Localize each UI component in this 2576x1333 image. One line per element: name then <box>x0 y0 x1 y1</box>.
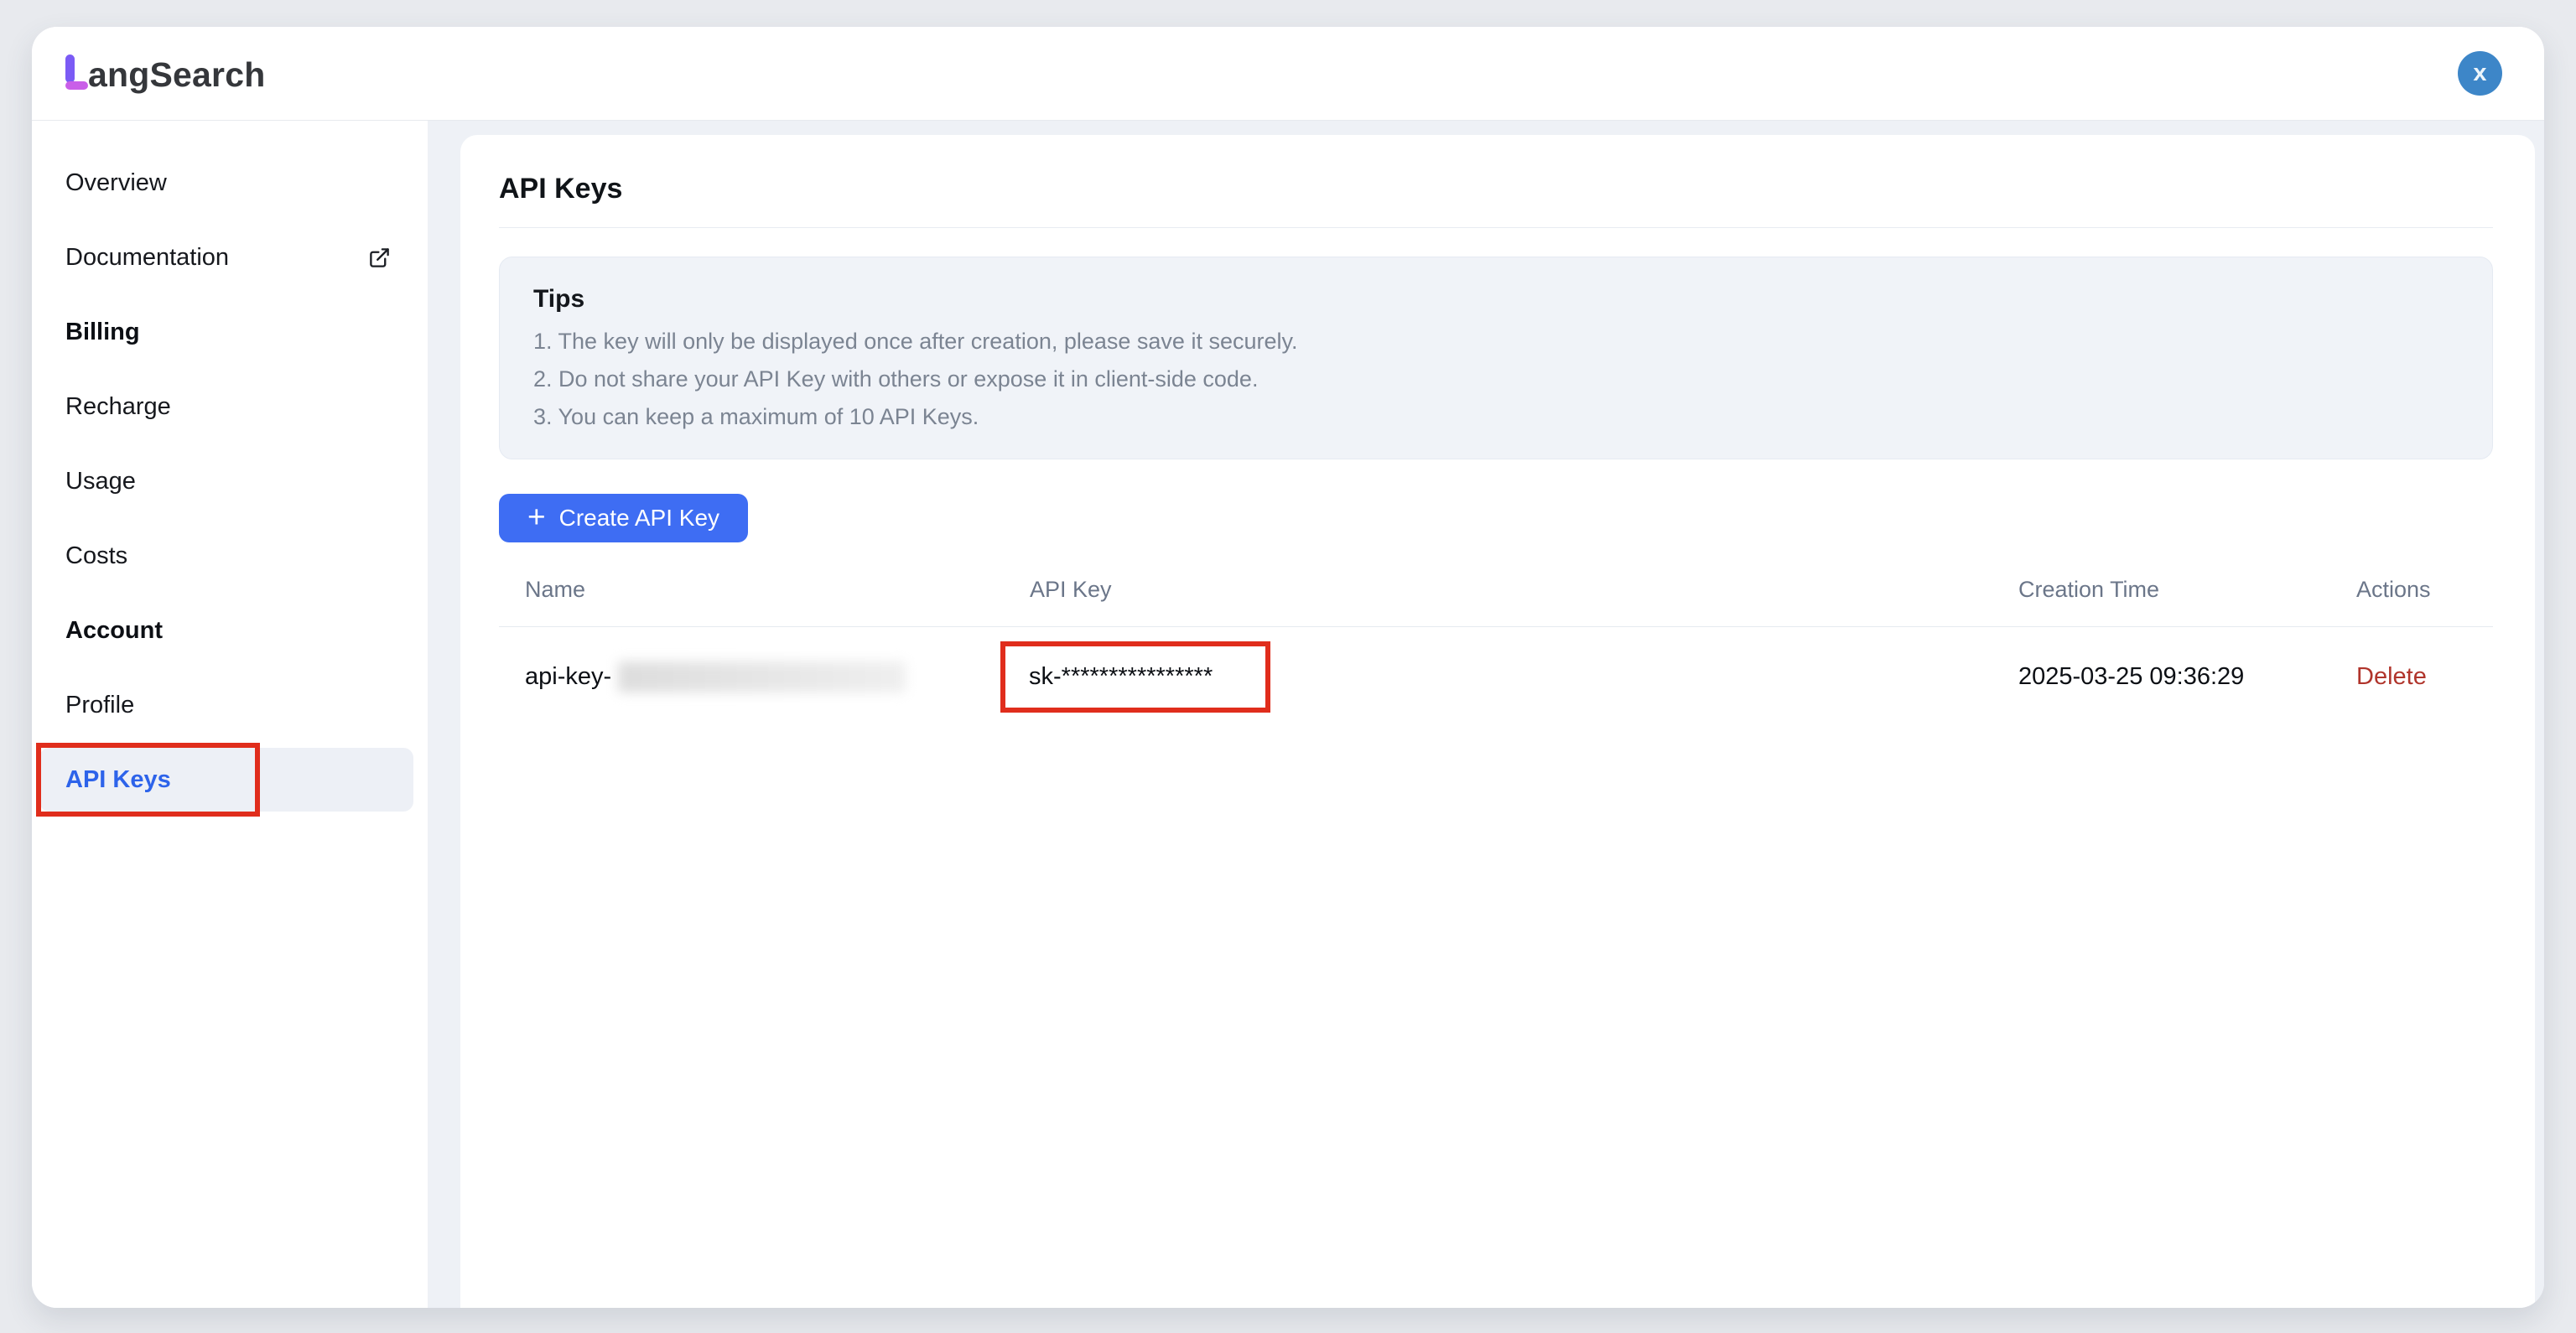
create-api-key-label: Create API Key <box>559 505 719 532</box>
langsearch-logo[interactable]: angSearch <box>65 54 265 92</box>
key-name-cell: api-key- <box>499 661 1030 692</box>
redacted-key-name-blur <box>618 661 906 692</box>
title-divider <box>499 227 2493 228</box>
column-header-api-key: API Key <box>1030 577 2018 603</box>
logo-l-vertical-bar <box>65 54 75 83</box>
sidebar-item-label: Documentation <box>65 244 229 272</box>
tips-box: Tips 1. The key will only be displayed o… <box>499 257 2493 459</box>
plus-icon: + <box>527 501 546 532</box>
external-link-icon <box>368 246 391 269</box>
app-body: Overview Documentation Billing Recharge … <box>32 121 2544 1308</box>
tip-line: 3. You can keep a maximum of 10 API Keys… <box>533 398 2459 436</box>
sidebar-item-documentation[interactable]: Documentation <box>32 220 428 295</box>
tips-list: 1. The key will only be displayed once a… <box>533 323 2459 436</box>
create-api-key-button[interactable]: + Create API Key <box>499 494 748 542</box>
page-title: API Keys <box>499 172 2493 205</box>
actions-cell: Delete <box>2356 663 2493 691</box>
table-header-row: Name API Key Creation Time Actions <box>499 577 2493 627</box>
top-header: angSearch x <box>32 27 2544 121</box>
sidebar-item-profile[interactable]: Profile <box>32 668 428 743</box>
column-header-actions: Actions <box>2356 577 2493 603</box>
creation-time-cell: 2025-03-25 09:36:29 <box>2018 663 2356 691</box>
api-keys-panel: API Keys Tips 1. The key will only be di… <box>460 135 2535 1308</box>
logo-text: angSearch <box>88 58 265 92</box>
table-row: api-key- sk-**************** 2025-03-25 … <box>499 627 2493 726</box>
key-name-prefix: api-key- <box>525 663 611 691</box>
sidebar-section-account: Account <box>32 594 428 668</box>
sidebar-item-label: API Keys <box>65 766 171 794</box>
sidebar-item-api-keys[interactable]: API Keys <box>39 748 413 812</box>
sidebar-item-usage[interactable]: Usage <box>32 444 428 519</box>
annotation-red-box-api-key: sk-**************** <box>1000 641 1270 713</box>
tip-line: 2. Do not share your API Key with others… <box>533 360 2459 398</box>
sidebar-section-billing: Billing <box>32 295 428 370</box>
tips-title: Tips <box>533 284 2459 314</box>
logo-l-icon <box>65 54 88 90</box>
sidebar-item-overview[interactable]: Overview <box>32 146 428 220</box>
api-keys-table: Name API Key Creation Time Actions api-k… <box>499 577 2493 726</box>
logo-l-horizontal-bar <box>65 81 88 90</box>
tip-line: 1. The key will only be displayed once a… <box>533 323 2459 360</box>
user-avatar[interactable]: x <box>2458 51 2502 96</box>
sidebar-item-costs[interactable]: Costs <box>32 519 428 594</box>
app-window: angSearch x Overview Documentation Billi… <box>32 27 2544 1308</box>
column-header-creation-time: Creation Time <box>2018 577 2356 603</box>
sidebar-item-recharge[interactable]: Recharge <box>32 370 428 444</box>
api-key-cell: sk-**************** <box>1030 641 2018 713</box>
delete-key-link[interactable]: Delete <box>2356 663 2427 690</box>
main-content-area: API Keys Tips 1. The key will only be di… <box>428 121 2544 1308</box>
masked-api-key: sk-**************** <box>1029 663 1213 691</box>
column-header-name: Name <box>499 577 1030 603</box>
sidebar: Overview Documentation Billing Recharge … <box>32 121 428 1308</box>
